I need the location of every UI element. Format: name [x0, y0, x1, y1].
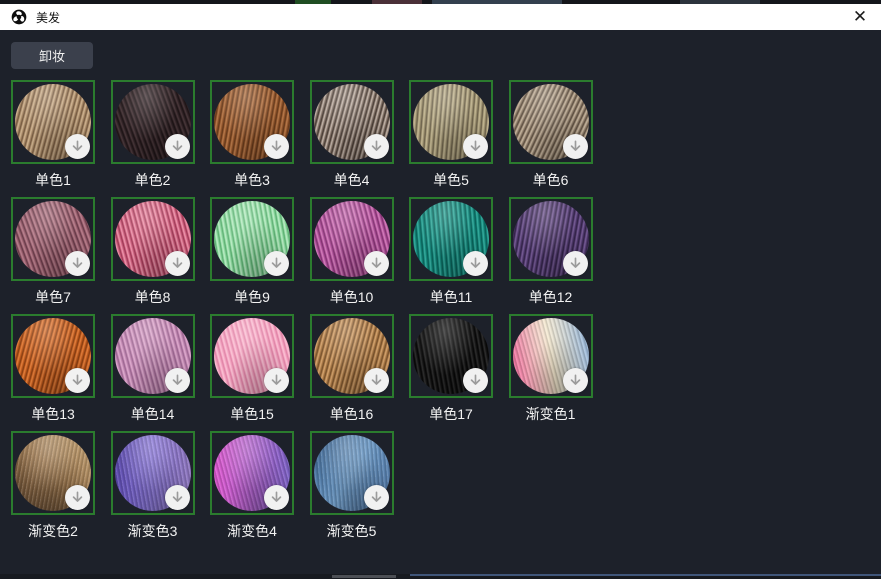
hair-swatch-item: 单色17 — [409, 314, 493, 431]
hair-swatch-label: 单色16 — [310, 404, 394, 424]
download-icon[interactable] — [264, 368, 289, 393]
hair-swatch-item: 渐变色1 — [509, 314, 593, 431]
hair-swatch-label: 单色14 — [111, 404, 195, 424]
download-icon[interactable] — [364, 485, 389, 510]
hair-swatch-item: 渐变色2 — [11, 431, 95, 548]
download-icon[interactable] — [463, 134, 488, 159]
download-icon[interactable] — [65, 251, 90, 276]
remove-makeup-button[interactable]: 卸妆 — [11, 42, 93, 69]
hair-swatch-label: 渐变色3 — [111, 521, 195, 541]
hair-swatch-grid: 单色1 单色2 单色3 — [11, 80, 593, 548]
download-icon[interactable] — [65, 485, 90, 510]
hair-swatch-label: 单色1 — [11, 170, 95, 190]
hair-swatch[interactable] — [310, 314, 394, 398]
hair-swatch-item: 单色7 — [11, 197, 95, 314]
download-icon[interactable] — [165, 134, 190, 159]
hair-swatch-label: 单色7 — [11, 287, 95, 307]
download-icon[interactable] — [165, 251, 190, 276]
dialog-title: 美发 — [36, 9, 60, 26]
hair-swatch-label: 渐变色4 — [210, 521, 294, 541]
hair-swatch-label: 单色17 — [409, 404, 493, 424]
hair-swatch-label: 单色4 — [310, 170, 394, 190]
hair-swatch-label: 单色10 — [310, 287, 394, 307]
close-icon[interactable]: ✕ — [849, 6, 871, 28]
hair-swatch-label: 单色12 — [509, 287, 593, 307]
background-app-bottom-strip — [0, 574, 881, 579]
download-icon[interactable] — [563, 251, 588, 276]
hair-swatch[interactable] — [509, 197, 593, 281]
download-icon[interactable] — [364, 251, 389, 276]
hair-swatch[interactable] — [11, 431, 95, 515]
hair-swatch-item: 单色1 — [11, 80, 95, 197]
hair-swatch[interactable] — [111, 431, 195, 515]
hair-swatch-item: 渐变色5 — [310, 431, 394, 548]
hair-swatch[interactable] — [210, 80, 294, 164]
hair-swatch-item: 单色3 — [210, 80, 294, 197]
hair-swatch[interactable] — [310, 431, 394, 515]
hair-swatch-label: 单色2 — [111, 170, 195, 190]
download-icon[interactable] — [463, 368, 488, 393]
background-blue-line — [410, 574, 881, 576]
hair-swatch-item: 单色12 — [509, 197, 593, 314]
hair-swatch-item: 单色8 — [111, 197, 195, 314]
download-icon[interactable] — [165, 368, 190, 393]
download-icon[interactable] — [364, 134, 389, 159]
download-icon[interactable] — [364, 368, 389, 393]
hair-swatch-item: 单色10 — [310, 197, 394, 314]
download-icon[interactable] — [264, 251, 289, 276]
hair-swatch-item: 渐变色3 — [111, 431, 195, 548]
dialog-titlebar: 美发 ✕ — [0, 4, 881, 30]
hair-swatch-label: 渐变色2 — [11, 521, 95, 541]
hair-swatch[interactable] — [310, 197, 394, 281]
dialog-body: 卸妆 单色1 单色2 — [0, 30, 881, 575]
hair-swatch[interactable] — [409, 197, 493, 281]
hair-swatch-label: 单色13 — [11, 404, 95, 424]
hair-swatch[interactable] — [111, 197, 195, 281]
download-icon[interactable] — [65, 134, 90, 159]
hair-swatch-item: 单色4 — [310, 80, 394, 197]
hair-swatch-item: 单色9 — [210, 197, 294, 314]
hair-swatch[interactable] — [310, 80, 394, 164]
hair-swatch-label: 单色3 — [210, 170, 294, 190]
download-icon[interactable] — [463, 251, 488, 276]
hair-swatch-label: 单色9 — [210, 287, 294, 307]
hair-swatch[interactable] — [509, 314, 593, 398]
background-gray-blob — [332, 575, 396, 578]
hair-swatch[interactable] — [509, 80, 593, 164]
hair-swatch-label: 单色8 — [111, 287, 195, 307]
hair-swatch-item: 单色11 — [409, 197, 493, 314]
hair-swatch[interactable] — [11, 80, 95, 164]
hair-swatch-label: 单色15 — [210, 404, 294, 424]
hair-swatch-label: 渐变色5 — [310, 521, 394, 541]
hair-swatch[interactable] — [11, 314, 95, 398]
download-icon[interactable] — [165, 485, 190, 510]
download-icon[interactable] — [264, 485, 289, 510]
hair-swatch-item: 单色2 — [111, 80, 195, 197]
hair-swatch[interactable] — [210, 197, 294, 281]
hair-swatch-item: 单色16 — [310, 314, 394, 431]
download-icon[interactable] — [563, 368, 588, 393]
download-icon[interactable] — [264, 134, 289, 159]
download-icon[interactable] — [563, 134, 588, 159]
hair-swatch[interactable] — [409, 80, 493, 164]
hair-swatch-label: 渐变色1 — [509, 404, 593, 424]
hair-swatch[interactable] — [111, 314, 195, 398]
hair-swatch[interactable] — [210, 431, 294, 515]
hair-swatch-label: 单色6 — [509, 170, 593, 190]
hair-swatch-label: 单色11 — [409, 287, 493, 307]
hair-swatch[interactable] — [409, 314, 493, 398]
download-icon[interactable] — [65, 368, 90, 393]
hair-swatch[interactable] — [11, 197, 95, 281]
hair-swatch-label: 单色5 — [409, 170, 493, 190]
hair-swatch[interactable] — [210, 314, 294, 398]
hair-swatch-item: 渐变色4 — [210, 431, 294, 548]
hair-swatch-item: 单色14 — [111, 314, 195, 431]
obs-logo-icon — [11, 9, 27, 25]
hair-swatch-item: 单色13 — [11, 314, 95, 431]
hair-swatch-item: 单色5 — [409, 80, 493, 197]
hair-swatch[interactable] — [111, 80, 195, 164]
hair-swatch-item: 单色6 — [509, 80, 593, 197]
hair-swatch-item: 单色15 — [210, 314, 294, 431]
